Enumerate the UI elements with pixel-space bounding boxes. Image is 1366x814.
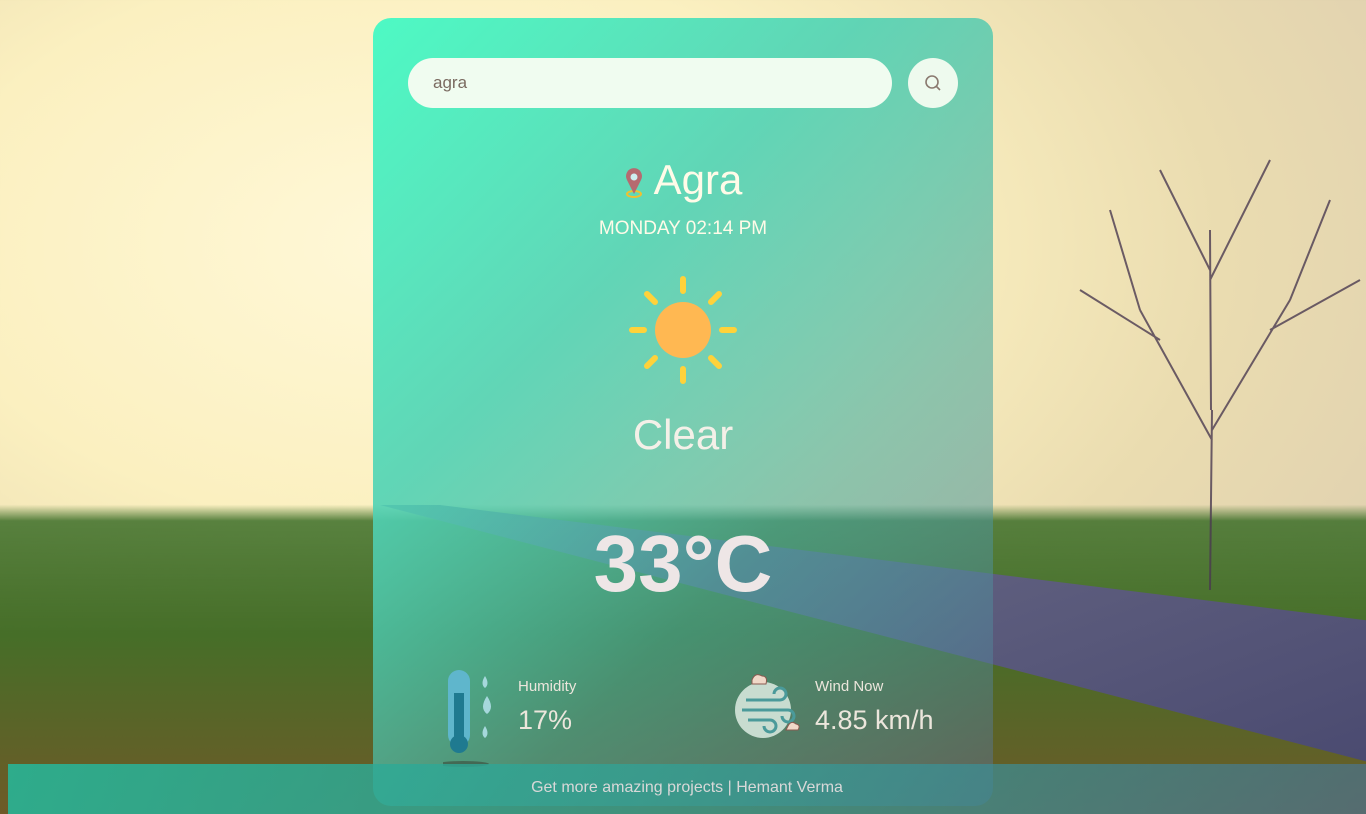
humidity-value: 17% [518,705,573,735]
date-time: MONDAY 02:14 PM [598,218,768,239]
search-button[interactable] [908,58,958,108]
wind-stat: Wind Now 4.85 km/h [728,668,934,748]
background-tree [1079,159,1361,590]
humidity-stat: Humidity 17% [443,668,576,768]
thermometer-icon [443,670,491,767]
city-name: Agra [653,156,743,203]
temperature: 33°C [593,519,773,608]
sun-icon [629,276,737,384]
wind-label: Wind Now [815,678,884,695]
humidity-label: Humidity [518,678,577,695]
map-pin-icon [625,168,642,198]
search-icon [925,75,941,91]
weather-card: Agra MONDAY 02:14 PM Clear 33°C Humidity… [373,18,993,806]
wind-value: 4.85 km/h [815,705,934,735]
city-search-input[interactable] [408,58,892,108]
wind-icon [735,674,800,738]
weather-condition: Clear [632,411,734,458]
footer-link[interactable]: Get more amazing projects | Hemant Verma [8,764,1366,814]
location: Agra [373,156,993,204]
